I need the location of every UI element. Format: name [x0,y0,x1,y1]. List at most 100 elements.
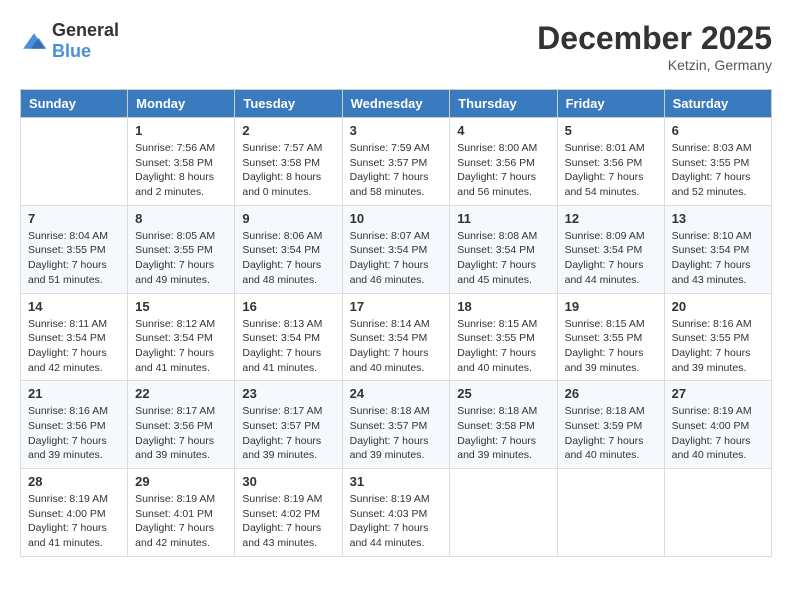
col-monday: Monday [128,90,235,118]
sunrise: Sunrise: 8:09 AM [565,230,645,242]
day-number: 5 [565,123,657,138]
table-row: 23 Sunrise: 8:17 AM Sunset: 3:57 PM Dayl… [235,381,342,469]
daylight-hours: Daylight: 7 hours and 39 minutes. [565,347,644,374]
sunrise: Sunrise: 8:19 AM [242,493,322,505]
sunset: Sunset: 3:54 PM [28,332,106,344]
day-number: 22 [135,386,227,401]
table-row: 17 Sunrise: 8:14 AM Sunset: 3:54 PM Dayl… [342,293,450,381]
sunrise: Sunrise: 8:18 AM [457,405,537,417]
table-row: 11 Sunrise: 8:08 AM Sunset: 3:54 PM Dayl… [450,205,557,293]
day-info: Sunrise: 8:16 AM Sunset: 3:56 PM Dayligh… [28,404,120,463]
table-row [21,118,128,206]
day-number: 4 [457,123,549,138]
day-info: Sunrise: 8:10 AM Sunset: 3:54 PM Dayligh… [672,229,764,288]
sunrise: Sunrise: 8:16 AM [672,318,752,330]
sunrise: Sunrise: 7:59 AM [350,142,430,154]
day-number: 11 [457,211,549,226]
daylight-hours: Daylight: 7 hours and 41 minutes. [28,522,107,549]
day-info: Sunrise: 8:09 AM Sunset: 3:54 PM Dayligh… [565,229,657,288]
sunrise: Sunrise: 8:19 AM [672,405,752,417]
sunset: Sunset: 4:03 PM [350,508,428,520]
table-row: 16 Sunrise: 8:13 AM Sunset: 3:54 PM Dayl… [235,293,342,381]
day-number: 28 [28,474,120,489]
table-row: 2 Sunrise: 7:57 AM Sunset: 3:58 PM Dayli… [235,118,342,206]
page-header: General Blue December 2025 Ketzin, Germa… [20,20,772,73]
sunrise: Sunrise: 8:16 AM [28,405,108,417]
daylight-hours: Daylight: 7 hours and 54 minutes. [565,171,644,198]
logo-blue: Blue [52,41,91,61]
table-row: 8 Sunrise: 8:05 AM Sunset: 3:55 PM Dayli… [128,205,235,293]
day-info: Sunrise: 8:13 AM Sunset: 3:54 PM Dayligh… [242,317,334,376]
day-info: Sunrise: 8:18 AM Sunset: 3:59 PM Dayligh… [565,404,657,463]
sunset: Sunset: 3:54 PM [242,244,320,256]
sunset: Sunset: 3:54 PM [135,332,213,344]
day-number: 8 [135,211,227,226]
sunrise: Sunrise: 8:00 AM [457,142,537,154]
day-number: 29 [135,474,227,489]
sunset: Sunset: 3:57 PM [350,157,428,169]
sunset: Sunset: 3:55 PM [672,157,750,169]
month-title: December 2025 [537,20,772,57]
logo: General Blue [20,20,119,62]
sunrise: Sunrise: 8:18 AM [350,405,430,417]
day-number: 21 [28,386,120,401]
sunrise: Sunrise: 8:18 AM [565,405,645,417]
table-row: 27 Sunrise: 8:19 AM Sunset: 4:00 PM Dayl… [664,381,771,469]
sunrise: Sunrise: 8:17 AM [242,405,322,417]
day-info: Sunrise: 8:17 AM Sunset: 3:57 PM Dayligh… [242,404,334,463]
sunrise: Sunrise: 8:19 AM [350,493,430,505]
day-number: 10 [350,211,443,226]
daylight-hours: Daylight: 7 hours and 39 minutes. [242,435,321,462]
day-number: 26 [565,386,657,401]
table-row: 29 Sunrise: 8:19 AM Sunset: 4:01 PM Dayl… [128,469,235,557]
table-row: 3 Sunrise: 7:59 AM Sunset: 3:57 PM Dayli… [342,118,450,206]
sunset: Sunset: 3:58 PM [457,420,535,432]
sunrise: Sunrise: 8:13 AM [242,318,322,330]
sunset: Sunset: 3:55 PM [672,332,750,344]
daylight-hours: Daylight: 7 hours and 43 minutes. [672,259,751,286]
daylight-hours: Daylight: 7 hours and 58 minutes. [350,171,429,198]
daylight-hours: Daylight: 7 hours and 43 minutes. [242,522,321,549]
day-info: Sunrise: 8:11 AM Sunset: 3:54 PM Dayligh… [28,317,120,376]
sunset: Sunset: 3:55 PM [457,332,535,344]
day-info: Sunrise: 8:06 AM Sunset: 3:54 PM Dayligh… [242,229,334,288]
day-info: Sunrise: 8:18 AM Sunset: 3:57 PM Dayligh… [350,404,443,463]
daylight-hours: Daylight: 7 hours and 42 minutes. [28,347,107,374]
day-number: 13 [672,211,764,226]
sunset: Sunset: 3:54 PM [350,244,428,256]
sunset: Sunset: 3:59 PM [565,420,643,432]
sunrise: Sunrise: 8:08 AM [457,230,537,242]
day-info: Sunrise: 8:04 AM Sunset: 3:55 PM Dayligh… [28,229,120,288]
day-number: 7 [28,211,120,226]
daylight-hours: Daylight: 7 hours and 51 minutes. [28,259,107,286]
sunrise: Sunrise: 8:19 AM [135,493,215,505]
day-info: Sunrise: 8:17 AM Sunset: 3:56 PM Dayligh… [135,404,227,463]
table-row: 13 Sunrise: 8:10 AM Sunset: 3:54 PM Dayl… [664,205,771,293]
daylight-hours: Daylight: 7 hours and 39 minutes. [350,435,429,462]
day-info: Sunrise: 8:03 AM Sunset: 3:55 PM Dayligh… [672,141,764,200]
table-row: 24 Sunrise: 8:18 AM Sunset: 3:57 PM Dayl… [342,381,450,469]
day-number: 14 [28,299,120,314]
sunset: Sunset: 3:55 PM [135,244,213,256]
day-number: 3 [350,123,443,138]
sunset: Sunset: 3:54 PM [350,332,428,344]
daylight-hours: Daylight: 7 hours and 39 minutes. [457,435,536,462]
day-info: Sunrise: 8:19 AM Sunset: 4:03 PM Dayligh… [350,492,443,551]
sunrise: Sunrise: 8:17 AM [135,405,215,417]
day-info: Sunrise: 8:01 AM Sunset: 3:56 PM Dayligh… [565,141,657,200]
sunset: Sunset: 4:01 PM [135,508,213,520]
title-block: December 2025 Ketzin, Germany [537,20,772,73]
daylight-hours: Daylight: 7 hours and 44 minutes. [565,259,644,286]
sunrise: Sunrise: 8:05 AM [135,230,215,242]
daylight-hours: Daylight: 7 hours and 41 minutes. [135,347,214,374]
day-info: Sunrise: 8:00 AM Sunset: 3:56 PM Dayligh… [457,141,549,200]
table-row: 9 Sunrise: 8:06 AM Sunset: 3:54 PM Dayli… [235,205,342,293]
daylight-hours: Daylight: 7 hours and 56 minutes. [457,171,536,198]
daylight-hours: Daylight: 7 hours and 39 minutes. [135,435,214,462]
day-number: 24 [350,386,443,401]
day-info: Sunrise: 8:16 AM Sunset: 3:55 PM Dayligh… [672,317,764,376]
sunset: Sunset: 3:56 PM [28,420,106,432]
day-number: 18 [457,299,549,314]
day-number: 20 [672,299,764,314]
day-number: 16 [242,299,334,314]
